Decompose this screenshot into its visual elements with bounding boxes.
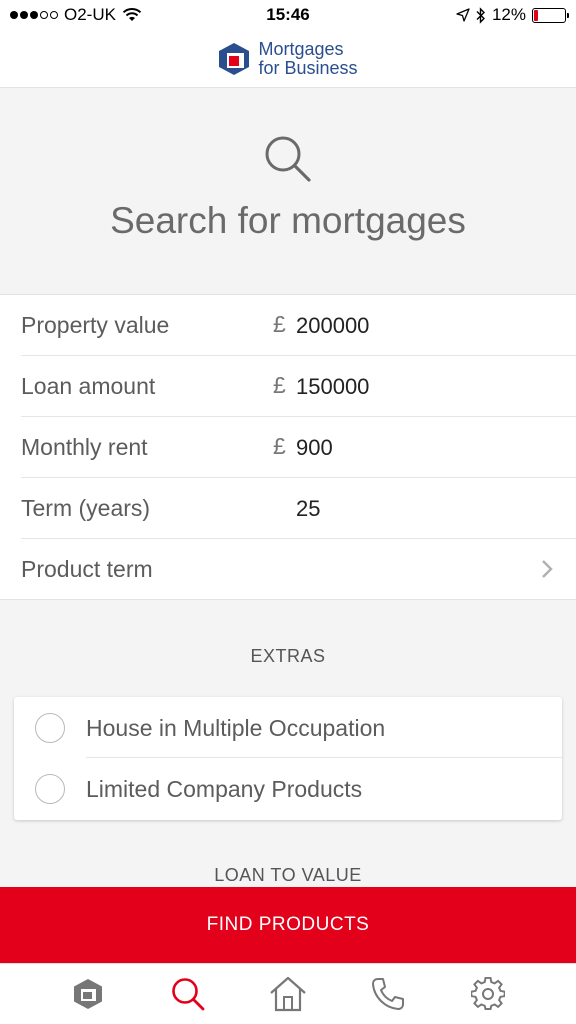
term-years-label: Term (years) (21, 495, 151, 521)
extras-card: House in Multiple Occupation Limited Com… (14, 697, 562, 820)
property-value-label: Property value (21, 312, 170, 338)
term-years-input[interactable]: 25 (296, 496, 320, 522)
monthly-rent-row[interactable]: Monthly rent £ 900 (0, 417, 576, 478)
hmo-label: House in Multiple Occupation (86, 715, 386, 741)
loan-amount-input[interactable]: 150000 (296, 374, 369, 400)
brand-logo-text: Mortgages for Business (258, 38, 358, 78)
hmo-option[interactable]: House in Multiple Occupation (14, 697, 562, 758)
bluetooth-icon (476, 6, 485, 24)
currency-symbol: £ (273, 372, 286, 398)
status-left: O2-UK (10, 5, 142, 25)
product-term-label: Product term (21, 556, 153, 582)
location-icon (456, 8, 470, 22)
battery-fill (534, 9, 538, 21)
tab-search[interactable] (158, 969, 218, 1019)
loan-amount-label: Loan amount (21, 373, 156, 399)
search-form: Property value £ 200000 Loan amount £ 15… (0, 294, 576, 600)
product-term-row[interactable]: Product term (0, 539, 576, 600)
property-value-input[interactable]: 200000 (296, 313, 369, 339)
search-icon (172, 978, 205, 1011)
page-title: Search for mortgages (110, 200, 466, 241)
currency-symbol: £ (273, 311, 286, 337)
status-bar: O2-UK 15:46 12% (0, 0, 576, 30)
logo-line-2: for Business (258, 57, 358, 78)
status-right: 12% (456, 5, 569, 25)
limited-company-option[interactable]: Limited Company Products (14, 758, 562, 819)
limited-company-radio[interactable] (35, 774, 65, 804)
term-years-row[interactable]: Term (years) 25 (0, 478, 576, 539)
brand-logo-icon (219, 42, 250, 75)
extras-section-title: EXTRAS (250, 646, 326, 666)
limited-company-label: Limited Company Products (86, 776, 363, 802)
property-value-row[interactable]: Property value £ 200000 (0, 295, 576, 356)
monthly-rent-label: Monthly rent (21, 434, 148, 460)
home-icon (270, 976, 306, 1012)
tab-bar (0, 963, 576, 1024)
logo-line-1: Mortgages (258, 38, 344, 59)
loan-amount-row[interactable]: Loan amount £ 150000 (0, 356, 576, 417)
monthly-rent-input[interactable]: 900 (296, 435, 333, 461)
battery-icon (532, 7, 569, 23)
app-header: Mortgages for Business (0, 30, 576, 88)
hero-section (0, 89, 576, 294)
phone-icon (372, 978, 404, 1010)
signal-strength-icon (10, 11, 58, 19)
tab-home-logo[interactable] (58, 969, 118, 1019)
loan-to-value-section-title: LOAN TO VALUE (214, 865, 362, 885)
search-icon (265, 136, 311, 182)
logo-icon (74, 979, 102, 1009)
hmo-radio[interactable] (35, 713, 65, 743)
currency-symbol: £ (273, 433, 286, 459)
battery-percent: 12% (491, 5, 526, 24)
tab-properties[interactable] (258, 969, 318, 1019)
find-products-button[interactable]: FIND PRODUCTS (0, 887, 576, 963)
tab-settings[interactable] (458, 969, 518, 1019)
gear-icon (471, 977, 505, 1010)
carrier-name: O2-UK (64, 5, 116, 24)
tab-contact[interactable] (358, 969, 418, 1019)
chevron-right-icon (542, 560, 553, 578)
wifi-icon (122, 8, 142, 21)
status-time: 15:46 (266, 5, 310, 24)
